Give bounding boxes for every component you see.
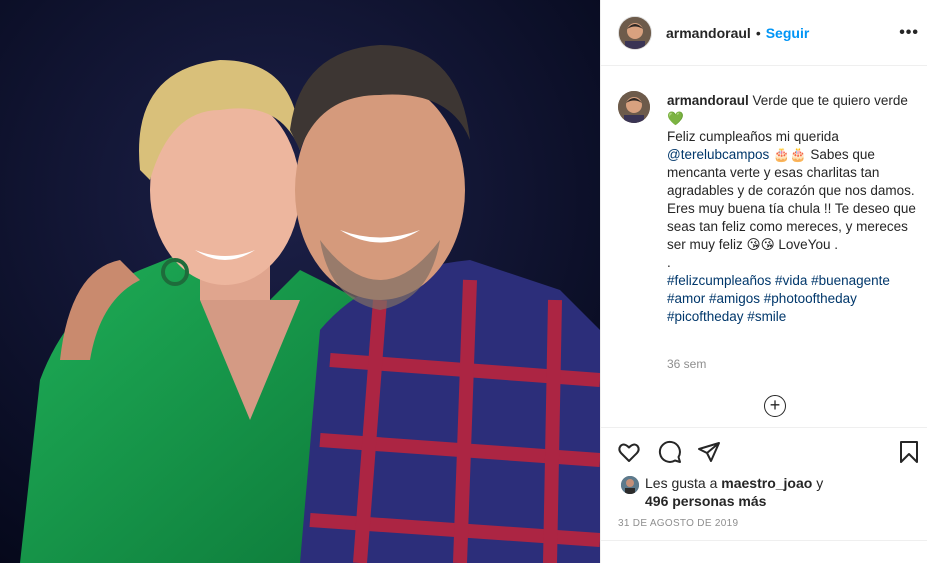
caption-hashtags[interactable]: #felizcumpleaños #vida #buenagente #amor… (667, 273, 890, 324)
action-bar (601, 427, 927, 478)
likes-prefix: Les gusta a (645, 475, 722, 491)
post-date[interactable]: 31 DE AGOSTO DE 2019 (618, 518, 738, 529)
liker-username[interactable]: maestro_joao (721, 475, 812, 491)
post-side-panel: armandoraul • Seguir ••• armandoraul Ver… (600, 0, 927, 563)
bookmark-icon[interactable] (897, 440, 921, 464)
comments-area[interactable]: armandoraul Verde que te quiero verde 💚 … (601, 67, 927, 427)
caption-line-4: . (667, 255, 671, 270)
caption-avatar-image (618, 91, 650, 123)
caption-line-2: Feliz cumpleaños mi querida (667, 129, 839, 144)
share-icon[interactable] (697, 440, 721, 464)
caption-line-3: 🎂🎂 Sabes que mencanta verte y esas charl… (667, 147, 916, 252)
post-photo[interactable] (0, 0, 600, 563)
follow-button[interactable]: Seguir (766, 25, 810, 41)
comment-icon[interactable] (658, 440, 682, 464)
divider (601, 540, 927, 541)
post-header: armandoraul • Seguir ••• (601, 0, 927, 66)
liker-avatar[interactable] (621, 476, 639, 494)
author-username[interactable]: armandoraul (666, 25, 751, 41)
post-caption: armandoraul Verde que te quiero verde 💚 … (667, 92, 917, 326)
post-photo-image (0, 0, 600, 563)
separator-dot: • (755, 24, 761, 41)
heart-icon[interactable] (617, 440, 641, 464)
author-avatar[interactable] (618, 15, 652, 50)
more-options-icon[interactable]: ••• (899, 24, 919, 42)
liker-avatar-image (621, 476, 639, 494)
likes-line-1: Les gusta a maestro_joao y (645, 474, 823, 492)
load-more-comments-icon[interactable]: + (764, 395, 786, 417)
author-avatar-image (619, 16, 651, 49)
caption-username[interactable]: armandoraul (667, 93, 749, 108)
caption-time-ago[interactable]: 36 sem (667, 357, 706, 371)
likes-count[interactable]: 496 personas más (645, 492, 766, 510)
likes-suffix: y (812, 475, 824, 491)
caption-author-avatar[interactable] (618, 91, 650, 123)
caption-mention[interactable]: @terelubcampos (667, 147, 769, 162)
